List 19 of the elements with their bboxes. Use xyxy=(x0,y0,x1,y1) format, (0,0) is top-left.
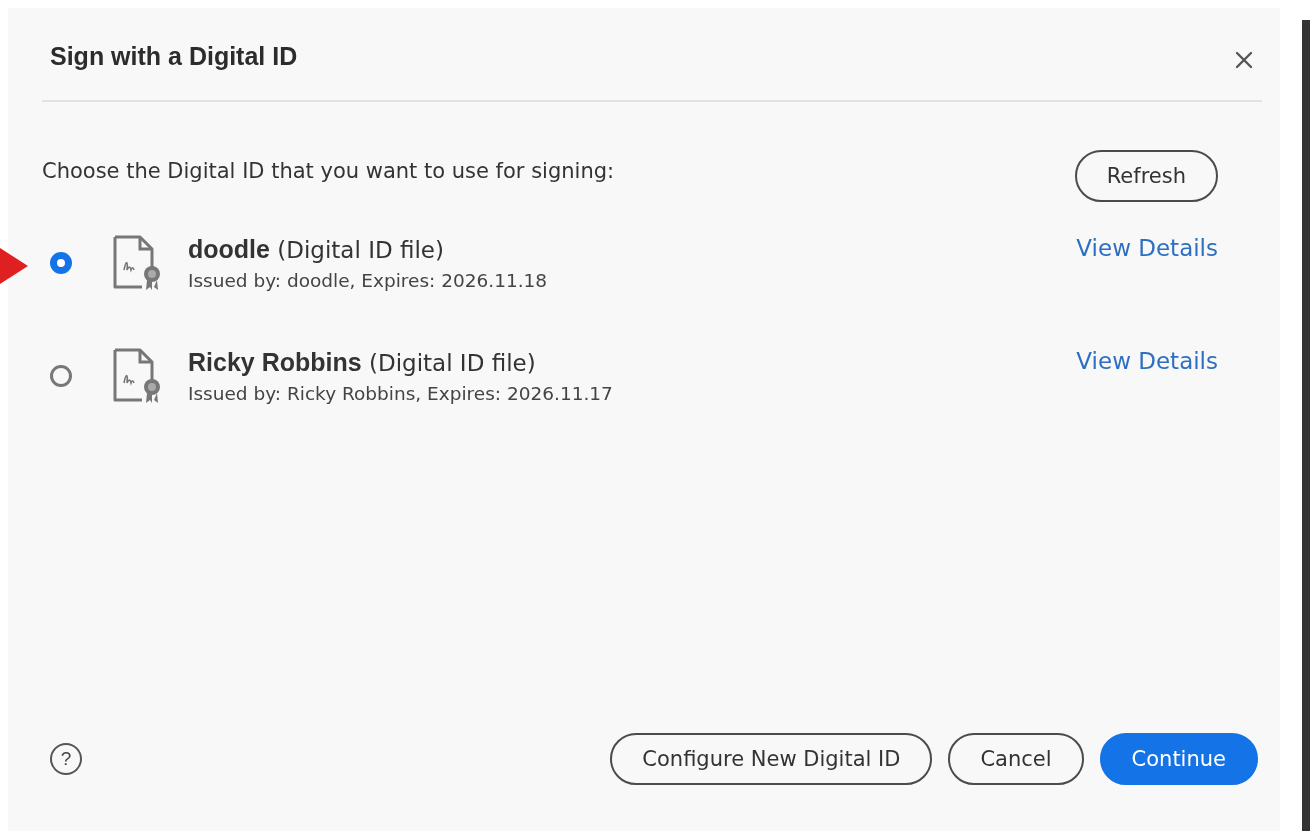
certificate-file-icon xyxy=(112,234,162,292)
certificate-file-icon xyxy=(112,347,162,405)
radio-button[interactable] xyxy=(50,365,72,387)
instruction-text: Choose the Digital ID that you want to use for signing: xyxy=(42,159,615,183)
help-icon[interactable]: ? xyxy=(50,743,82,775)
continue-button[interactable]: Continue xyxy=(1099,733,1258,785)
dialog-title: Sign with a Digital ID xyxy=(50,41,298,71)
radio-button[interactable] xyxy=(50,252,72,274)
refresh-button[interactable]: Refresh xyxy=(1074,150,1218,202)
digital-id-name: Ricky Robbins (Digital ID file) xyxy=(188,348,537,377)
digital-id-name: doodle (Digital ID file) xyxy=(188,235,445,264)
close-icon[interactable] xyxy=(1234,50,1254,70)
digital-id-issuer: Issued by: doodle, Expires: 2026.11.18 xyxy=(188,270,549,291)
view-details-link[interactable]: View Details xyxy=(1076,235,1218,261)
view-details-link[interactable]: View Details xyxy=(1076,348,1218,374)
digital-id-issuer: Issued by: Ricky Robbins, Expires: 2026.11.17 xyxy=(188,383,614,404)
dialog-button[interactable]: Cancel xyxy=(948,733,1084,785)
annotation-arrow-icon xyxy=(0,246,28,286)
dialog-button[interactable]: Configure New Digital ID xyxy=(610,733,933,785)
